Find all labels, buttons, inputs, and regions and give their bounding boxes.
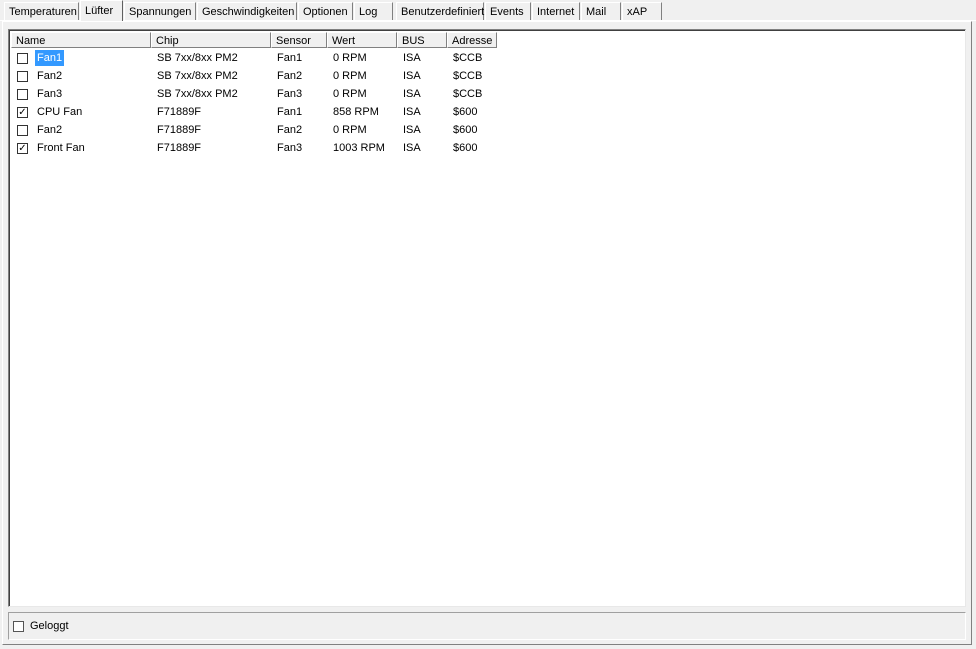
row-adresse: $CCB	[453, 88, 483, 100]
geloggt-label[interactable]: Geloggt	[30, 618, 69, 634]
tab-mail[interactable]: Mail	[581, 2, 621, 20]
row-wert: 858 RPM	[333, 106, 379, 118]
row-wert: 0 RPM	[333, 70, 367, 82]
tab-geschwindigkeiten[interactable]: Geschwindigkeiten	[197, 2, 297, 20]
row-bus: ISA	[403, 52, 421, 64]
row-checkbox[interactable]	[17, 53, 28, 64]
table-row[interactable]: Fan3 SB 7xx/8xx PM2 Fan3 0 RPM ISA $CCB	[11, 85, 965, 103]
row-sensor: Fan3	[277, 88, 303, 100]
column-header-chip[interactable]: Chip	[151, 32, 271, 48]
tab-internet[interactable]: Internet	[532, 2, 580, 20]
table-row[interactable]: ✓ CPU Fan F71889F Fan1 858 RPM ISA $600	[11, 103, 965, 121]
row-sensor: Fan2	[277, 124, 303, 136]
list-header: Name Chip Sensor Wert BUS Adresse	[11, 32, 965, 48]
row-name: Fan2	[37, 124, 63, 136]
column-header-name[interactable]: Name	[11, 32, 151, 48]
column-header-adresse[interactable]: Adresse	[447, 32, 497, 48]
column-header-sensor[interactable]: Sensor	[271, 32, 327, 48]
row-name: Fan3	[37, 88, 63, 100]
column-header-wert[interactable]: Wert	[327, 32, 397, 48]
row-bus: ISA	[403, 106, 421, 118]
row-checkbox[interactable]: ✓	[17, 107, 28, 118]
row-chip: SB 7xx/8xx PM2	[157, 52, 238, 64]
tab-log[interactable]: Log	[354, 2, 393, 20]
row-adresse: $600	[453, 106, 478, 118]
row-sensor: Fan1	[277, 106, 303, 118]
tab-benutzerdefiniert[interactable]: Benutzerdefiniert	[396, 2, 484, 20]
list-rows: Fan1 SB 7xx/8xx PM2 Fan1 0 RPM ISA $CCB …	[11, 49, 965, 157]
row-bus: ISA	[403, 124, 421, 136]
tab-xap[interactable]: xAP	[622, 2, 662, 20]
row-checkbox[interactable]	[17, 71, 28, 82]
row-sensor: Fan1	[277, 52, 303, 64]
row-adresse: $600	[453, 124, 478, 136]
row-bus: ISA	[403, 88, 421, 100]
row-wert: 0 RPM	[333, 124, 367, 136]
tab-spannungen[interactable]: Spannungen	[124, 2, 196, 20]
row-adresse: $CCB	[453, 52, 483, 64]
row-adresse: $600	[453, 142, 478, 154]
row-wert: 1003 RPM	[333, 142, 385, 154]
row-chip: F71889F	[157, 106, 202, 118]
row-chip: SB 7xx/8xx PM2	[157, 70, 238, 82]
column-header-bus[interactable]: BUS	[397, 32, 447, 48]
tab-optionen[interactable]: Optionen	[298, 2, 353, 20]
fan-list[interactable]: Name Chip Sensor Wert BUS Adresse Fan1 S…	[8, 29, 966, 607]
row-bus: ISA	[403, 70, 421, 82]
row-checkbox[interactable]	[17, 125, 28, 136]
row-bus: ISA	[403, 142, 421, 154]
row-chip: SB 7xx/8xx PM2	[157, 88, 238, 100]
row-sensor: Fan3	[277, 142, 303, 154]
table-row[interactable]: Fan2 SB 7xx/8xx PM2 Fan2 0 RPM ISA $CCB	[11, 67, 965, 85]
row-name: Fan2	[37, 70, 63, 82]
footer-bar: Geloggt	[8, 612, 966, 640]
geloggt-checkbox[interactable]	[13, 621, 24, 632]
tab-luefter[interactable]: Lüfter	[80, 0, 123, 21]
row-chip: F71889F	[157, 124, 202, 136]
tab-strip: Temperaturen Lüfter Spannungen Geschwind…	[0, 0, 976, 22]
tab-events[interactable]: Events	[485, 2, 531, 20]
row-wert: 0 RPM	[333, 52, 367, 64]
table-row[interactable]: ✓ Front Fan F71889F Fan3 1003 RPM ISA $6…	[11, 139, 965, 157]
table-row[interactable]: Fan2 F71889F Fan2 0 RPM ISA $600	[11, 121, 965, 139]
row-name: CPU Fan	[37, 106, 83, 118]
row-checkbox[interactable]	[17, 89, 28, 100]
row-chip: F71889F	[157, 142, 202, 154]
row-sensor: Fan2	[277, 70, 303, 82]
table-row[interactable]: Fan1 SB 7xx/8xx PM2 Fan1 0 RPM ISA $CCB	[11, 49, 965, 67]
row-name: Fan1	[35, 50, 65, 66]
row-checkbox[interactable]: ✓	[17, 143, 28, 154]
row-name: Front Fan	[37, 142, 85, 154]
row-wert: 0 RPM	[333, 88, 367, 100]
tab-temperaturen[interactable]: Temperaturen	[4, 2, 79, 20]
row-adresse: $CCB	[453, 70, 483, 82]
